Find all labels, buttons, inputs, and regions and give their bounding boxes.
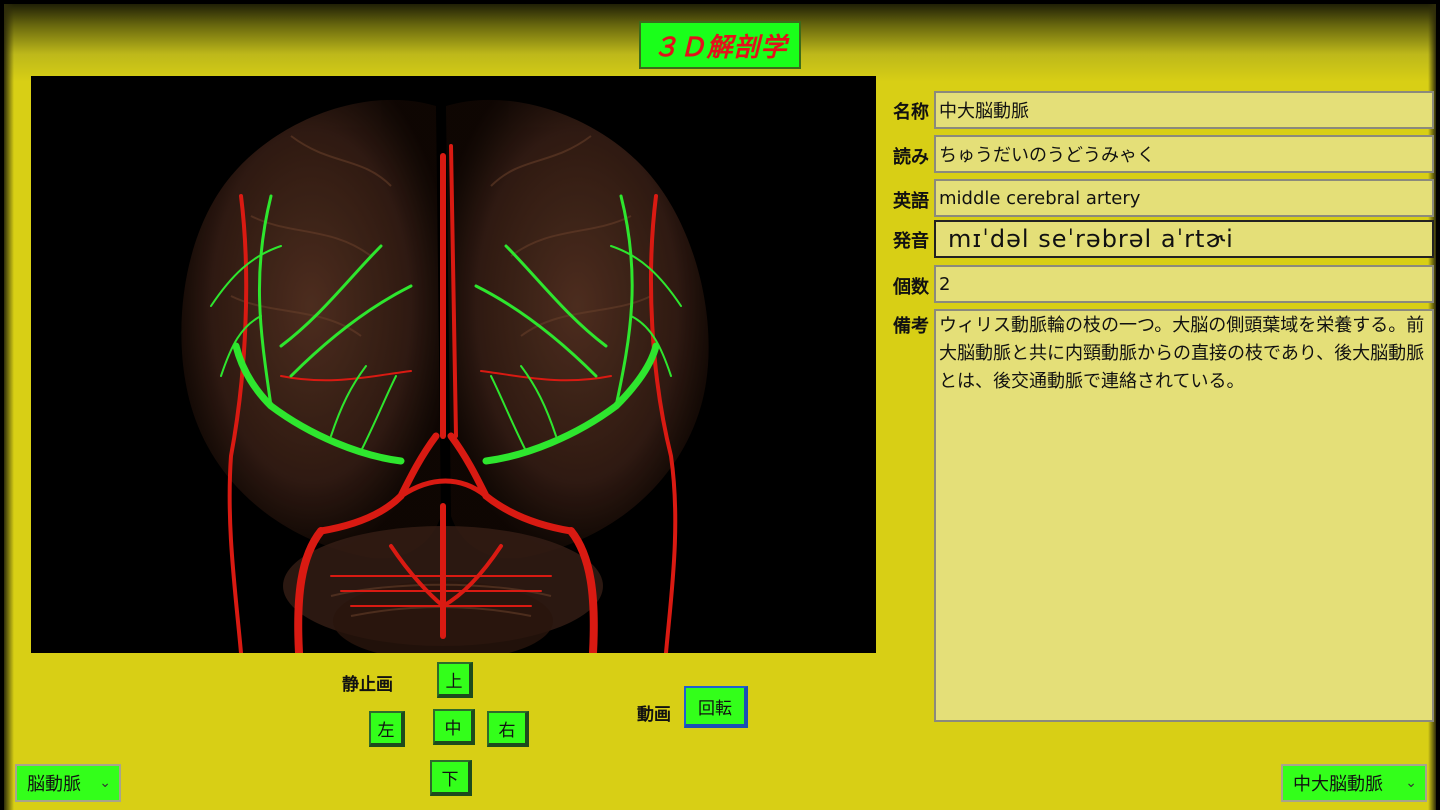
app-title: ３Ｄ解剖学 bbox=[639, 21, 801, 69]
view-left-button[interactable]: 左 bbox=[369, 711, 405, 747]
english-label: 英語 bbox=[893, 191, 929, 212]
category-dropdown-value: 脳動脈 bbox=[27, 774, 81, 795]
name-field[interactable]: 中大脳動脈 bbox=[934, 91, 1434, 129]
category-dropdown[interactable]: 脳動脈 ⌄ bbox=[15, 764, 121, 802]
structure-dropdown-value: 中大脳動脈 bbox=[1293, 774, 1383, 795]
structure-dropdown[interactable]: 中大脳動脈 ⌄ bbox=[1281, 764, 1427, 802]
pronunciation-label: 発音 bbox=[893, 231, 929, 252]
notes-field[interactable]: ウィリス動脈輪の枝の一つ。大脳の側頭葉域を栄養する。前大脳動脈と共に内頸動脈から… bbox=[934, 309, 1434, 722]
notes-label: 備考 bbox=[893, 316, 929, 337]
view-down-button[interactable]: 下 bbox=[430, 760, 472, 796]
brain-artery-render bbox=[181, 99, 709, 653]
reading-label: 読み bbox=[893, 147, 929, 168]
count-field[interactable]: 2 bbox=[934, 265, 1434, 303]
3d-anatomy-viewer[interactable] bbox=[31, 76, 876, 653]
pronunciation-field[interactable]: mɪˈdəl seˈrəbrəl aˈrtɚi bbox=[934, 220, 1434, 258]
rotate-button[interactable]: 回転 bbox=[684, 686, 748, 728]
view-center-button[interactable]: 中 bbox=[433, 709, 475, 745]
still-image-label: 静止画 bbox=[342, 675, 393, 695]
name-label: 名称 bbox=[893, 102, 929, 123]
view-right-button[interactable]: 右 bbox=[487, 711, 529, 747]
english-field[interactable]: middle cerebral artery bbox=[934, 179, 1434, 217]
view-up-button[interactable]: 上 bbox=[437, 662, 473, 698]
count-label: 個数 bbox=[893, 277, 929, 298]
chevron-down-icon: ⌄ bbox=[1405, 775, 1417, 791]
animation-label: 動画 bbox=[637, 705, 671, 725]
reading-field[interactable]: ちゅうだいのうどうみゃく bbox=[934, 135, 1434, 173]
chevron-down-icon: ⌄ bbox=[99, 775, 111, 791]
